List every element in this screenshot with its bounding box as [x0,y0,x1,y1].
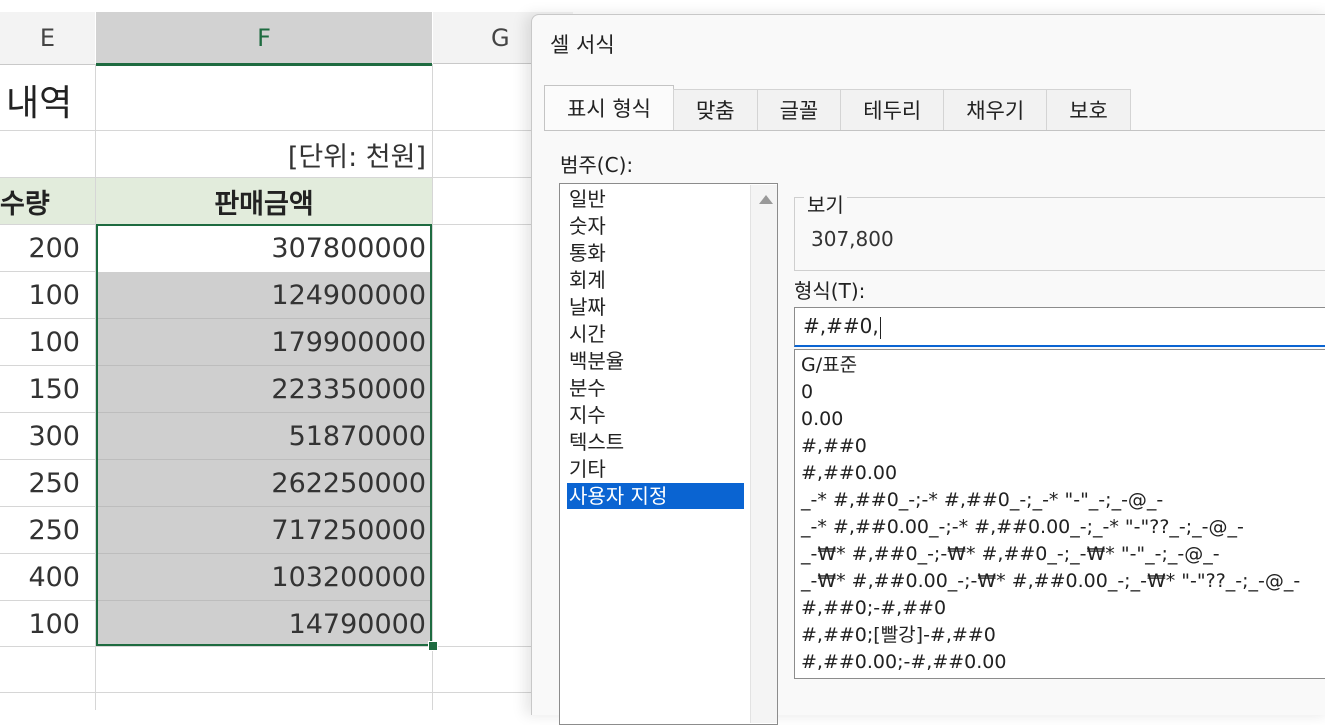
qty-cell[interactable]: 400 [0,554,80,600]
category-item[interactable]: 회계 [567,267,744,293]
category-item[interactable]: 통화 [567,240,744,266]
column-header-f[interactable]: F [96,12,432,66]
column-header-label: F [257,23,271,52]
preview-label: 보기 [804,189,847,218]
category-item[interactable]: 백분율 [567,348,744,374]
tab-number[interactable]: 표시 형식 [544,85,674,130]
format-item[interactable]: G/표준 [801,352,857,379]
format-label: 형식(T): [794,279,866,303]
format-cells-dialog: 셀 서식 표시 형식 맞춤 글꼴 테두리 채우기 보호 범주(C): 일반 숫자… [531,14,1325,725]
selection-border [96,224,432,646]
text-cursor-icon [879,316,881,339]
grid-line [0,692,531,693]
column-header-label: E [39,24,56,52]
category-item[interactable]: 텍스트 [567,429,744,455]
qty-cell[interactable]: 250 [0,460,80,506]
format-input-value: #,##0, [803,314,879,338]
format-item[interactable]: 0.00 [801,406,843,433]
tab-border[interactable]: 테두리 [840,89,945,130]
format-item[interactable]: _-₩* #,##0.00_-;-₩* #,##0.00_-;_-₩* "-"?… [801,568,1300,595]
qty-cell[interactable]: 250 [0,507,80,553]
format-item[interactable]: _-* #,##0_-;-* #,##0_-;_-* "-"_-;_-@_- [801,487,1163,514]
unit-cell[interactable]: [단위: 천원] [96,131,426,177]
category-scrollbar[interactable] [750,185,777,723]
qty-cell[interactable]: 200 [0,225,80,271]
sheet-title-cell[interactable]: 내역 [6,70,72,130]
tab-protection[interactable]: 보호 [1046,89,1131,130]
tab-fill[interactable]: 채우기 [943,89,1048,130]
fill-handle[interactable] [428,641,438,651]
category-list[interactable]: 일반 숫자 통화 회계 날짜 시간 백분율 분수 지수 텍스트 기타 사용자 지… [559,183,778,725]
column-header-e[interactable]: E [0,12,95,65]
tab-alignment[interactable]: 맞춤 [672,89,758,130]
tab-divider [544,130,1325,131]
category-item-selected[interactable]: 사용자 지정 [567,483,744,509]
qty-cell[interactable]: 100 [0,601,80,647]
category-item[interactable]: 숫자 [567,213,744,239]
header-qty-cell[interactable]: 수량 [0,178,50,224]
format-item[interactable]: _-* #,##0.00_-;-* #,##0.00_-;_-* "-"??_-… [801,514,1244,541]
format-item[interactable]: #,##0;-#,##0 [801,595,946,622]
format-item[interactable]: #,##0;[빨강]-#,##0 [801,622,996,649]
preview-value: 307,800 [811,227,894,251]
qty-cell[interactable]: 300 [0,413,80,459]
format-item[interactable]: 0 [801,379,813,406]
category-label: 범주(C): [560,153,634,177]
category-item[interactable]: 분수 [567,375,744,401]
format-item[interactable]: #,##0.00 [801,460,897,487]
category-item[interactable]: 지수 [567,402,744,428]
category-item[interactable]: 기타 [567,456,744,482]
format-item[interactable]: _-₩* #,##0_-;-₩* #,##0_-;_-₩* "-"_-;_-@_… [801,541,1220,568]
category-item[interactable]: 시간 [567,321,744,347]
format-input[interactable]: #,##0, [794,307,1325,347]
qty-cell[interactable]: 150 [0,366,80,412]
header-amount-cell[interactable]: 판매금액 [96,178,432,224]
format-item[interactable]: #,##0 [801,433,867,460]
column-header-label: G [491,23,510,52]
tab-bar: 표시 형식 맞춤 글꼴 테두리 채우기 보호 [544,85,1131,131]
format-list[interactable]: G/표준 0 0.00 #,##0 #,##0.00 _-* #,##0_-;-… [794,349,1325,679]
tab-font[interactable]: 글꼴 [756,89,842,130]
scroll-up-arrow-icon[interactable] [759,195,773,204]
category-item[interactable]: 일반 [567,186,744,212]
category-item[interactable]: 날짜 [567,294,744,320]
qty-cell[interactable]: 100 [0,272,80,318]
format-item[interactable]: #,##0.00;-#,##0.00 [801,649,1006,676]
dialog-title: 셀 서식 [550,33,615,57]
qty-cell[interactable]: 100 [0,319,80,365]
grid-line [432,64,433,710]
